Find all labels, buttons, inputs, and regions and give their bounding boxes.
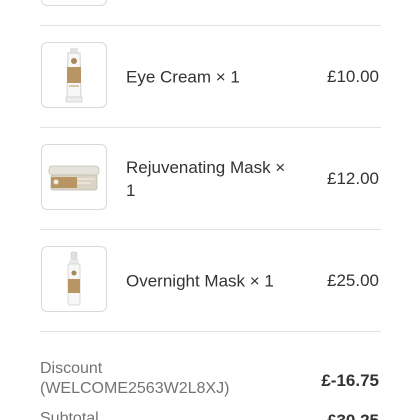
product-thumbnail xyxy=(41,144,107,210)
eye-cream-tube-icon xyxy=(65,48,83,103)
product-thumbnail xyxy=(41,246,107,312)
line-item-price: £25.00 xyxy=(327,270,379,290)
line-item: Eye Cream × 1 £10.00 xyxy=(40,26,381,128)
discount-value: £-16.75 xyxy=(321,371,379,390)
product-jar-icon xyxy=(44,0,104,3)
subtotal-value: £30.25 xyxy=(327,411,379,420)
line-item-price: £12.00 xyxy=(327,168,379,188)
product-thumbnail xyxy=(41,42,107,108)
mask-jar-icon xyxy=(48,165,100,191)
subtotal-row: Subtotal £30.25 xyxy=(40,409,381,420)
order-summary-viewport: Eye Cream × 1 £10.00 Rejuvenating Mask ×… xyxy=(0,0,420,420)
line-item: Rejuvenating Mask × 1 £12.00 xyxy=(40,128,381,230)
line-item-name: Overnight Mask × 1 xyxy=(126,271,274,290)
line-item-name: Eye Cream × 1 xyxy=(126,67,240,86)
line-item-price: £10.00 xyxy=(327,66,379,86)
line-item: Overnight Mask × 1 £25.00 xyxy=(40,230,381,332)
product-thumbnail xyxy=(41,0,107,6)
line-items-list: Eye Cream × 1 £10.00 Rejuvenating Mask ×… xyxy=(40,0,381,332)
overnight-mask-bottle-icon xyxy=(67,251,81,306)
line-item xyxy=(40,0,381,26)
line-item-name: Rejuvenating Mask × 1 xyxy=(126,157,286,200)
discount-row: Discount (WELCOME2563W2L8XJ) £-16.75 xyxy=(40,359,381,403)
